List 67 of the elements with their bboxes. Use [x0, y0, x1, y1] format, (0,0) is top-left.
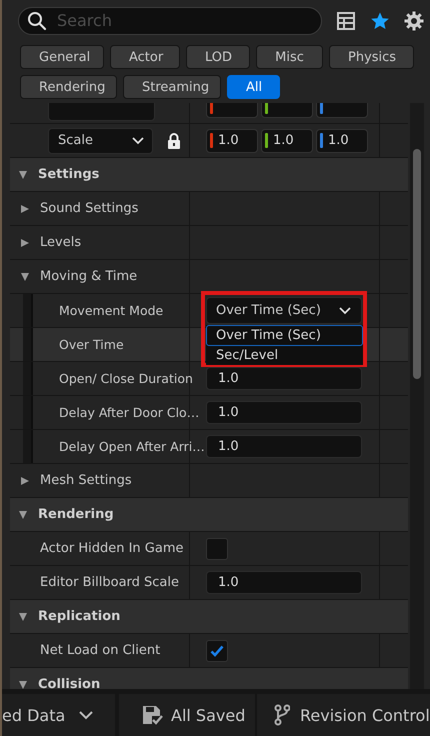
lock-icon[interactable] [167, 132, 181, 150]
expand-arrow-icon[interactable] [20, 476, 30, 486]
filter-tab[interactable]: Streaming [123, 75, 221, 99]
number-field[interactable]: 1.0 [206, 435, 362, 458]
dropdown-option[interactable]: Over Time (Sec) [206, 325, 363, 346]
filter-tab[interactable]: Rendering [20, 75, 117, 99]
category-header[interactable]: Settings [10, 158, 408, 191]
property-label: Delay Open After Arri… [59, 439, 205, 454]
chevron-icon [79, 710, 94, 720]
transform-dropdown[interactable]: Scale [48, 128, 153, 154]
property-label: Sound Settings [40, 201, 138, 216]
category-title: Settings [38, 167, 100, 182]
number-field[interactable]: 1.0 [206, 367, 362, 390]
filter-tab[interactable]: Actor [110, 45, 180, 69]
status-bar-label: All Saved [171, 706, 246, 724]
property-label: Mesh Settings [40, 473, 132, 488]
status-bar-button[interactable]: Revision Control [257, 694, 430, 736]
number-field[interactable]: 1.0 [316, 128, 368, 152]
table-icon[interactable] [336, 10, 356, 30]
number-field[interactable]: 1.0 [261, 128, 313, 152]
save-icon [141, 704, 163, 726]
category-header[interactable]: Collision [10, 668, 408, 689]
filter-tab[interactable]: General [20, 45, 104, 69]
field-value: 1.0 [218, 133, 239, 148]
indent-guide [23, 294, 33, 327]
status-bar-button[interactable]: ed Data [2, 694, 119, 736]
dropdown[interactable]: Over Time (Sec) [206, 297, 362, 324]
category-title: Collision [38, 677, 100, 689]
category-header[interactable]: Replication [10, 600, 408, 633]
chevron-icon [132, 136, 144, 144]
chevron-icon [339, 306, 351, 314]
number-field[interactable]: 1.0 [206, 401, 362, 424]
property-label: Delay After Door Clo… [59, 405, 200, 420]
filter-tab[interactable]: LOD [186, 45, 250, 69]
category-header[interactable]: Rendering [10, 498, 408, 531]
property-label: Open/ Close Duration [59, 371, 193, 386]
field-value: 1.0 [273, 133, 294, 148]
property-label: Over Time [59, 337, 124, 352]
property-label: Movement Mode [59, 303, 164, 318]
property-label: Levels [40, 235, 82, 250]
branch-icon [274, 704, 290, 726]
filter-tab[interactable]: All [227, 75, 280, 99]
number-field[interactable]: 1.0 [206, 571, 362, 594]
field-value: 1.0 [328, 133, 349, 148]
status-bar-label: ed Data [2, 706, 66, 724]
search-icon [27, 10, 47, 30]
status-bar-button[interactable]: All Saved [129, 694, 257, 736]
property-label: Actor Hidden In Game [40, 541, 184, 556]
filter-tab[interactable]: Physics [329, 45, 414, 69]
expand-arrow-icon[interactable] [20, 272, 30, 282]
category-title: Rendering [38, 507, 114, 522]
expand-arrow-icon[interactable] [20, 204, 30, 214]
number-field[interactable]: 1.0 [206, 128, 258, 152]
property-label: Moving & Time [40, 269, 138, 284]
property-label: Net Load on Client [40, 643, 160, 658]
property-label: Editor Billboard Scale [40, 575, 180, 590]
checkbox[interactable] [206, 640, 228, 662]
dropdown-option[interactable]: Sec/Level [206, 346, 363, 364]
check-icon [210, 644, 224, 656]
scrollbar-thumb[interactable] [413, 149, 421, 379]
category-title: Replication [38, 609, 120, 624]
expand-arrow-icon[interactable] [20, 238, 30, 248]
star-icon[interactable] [370, 10, 390, 30]
status-bar-label: Revision Control [300, 706, 430, 724]
search-field[interactable]: Search [18, 6, 322, 34]
filter-tab[interactable]: Misc [256, 45, 323, 69]
checkbox[interactable] [206, 538, 228, 560]
